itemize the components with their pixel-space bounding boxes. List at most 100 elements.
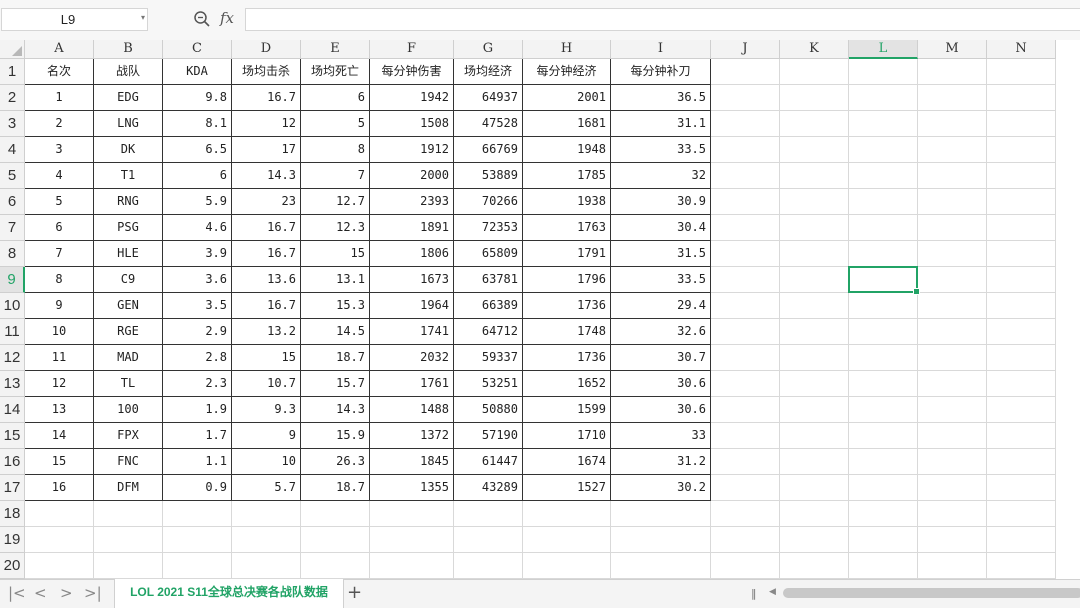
cell-b19[interactable] bbox=[94, 527, 163, 553]
cell-i10[interactable]: 29.4 bbox=[611, 293, 711, 319]
horizontal-scrollbar[interactable] bbox=[783, 588, 1080, 598]
cell-d5[interactable]: 14.3 bbox=[232, 163, 301, 189]
row-header-9[interactable]: 9 bbox=[0, 267, 25, 293]
cell-c3[interactable]: 8.1 bbox=[163, 111, 232, 137]
cell-a2[interactable]: 1 bbox=[25, 85, 94, 111]
cell-n2[interactable] bbox=[987, 85, 1056, 111]
cell-i13[interactable]: 30.6 bbox=[611, 371, 711, 397]
cell-h6[interactable]: 1938 bbox=[523, 189, 611, 215]
cell-c8[interactable]: 3.9 bbox=[163, 241, 232, 267]
column-header-b[interactable]: B bbox=[94, 40, 163, 59]
cell-a19[interactable] bbox=[25, 527, 94, 553]
cell-f10[interactable]: 1964 bbox=[370, 293, 454, 319]
split-handle-icon[interactable]: ‖ bbox=[751, 587, 757, 600]
cell-j12[interactable] bbox=[711, 345, 780, 371]
cell-a6[interactable]: 5 bbox=[25, 189, 94, 215]
cell-e10[interactable]: 15.3 bbox=[301, 293, 370, 319]
cell-h16[interactable]: 1674 bbox=[523, 449, 611, 475]
row-header-6[interactable]: 6 bbox=[0, 189, 25, 215]
row-header-5[interactable]: 5 bbox=[0, 163, 25, 189]
cell-c19[interactable] bbox=[163, 527, 232, 553]
cell-n4[interactable] bbox=[987, 137, 1056, 163]
cell-e14[interactable]: 14.3 bbox=[301, 397, 370, 423]
cell-a20[interactable] bbox=[25, 553, 94, 579]
cell-g4[interactable]: 66769 bbox=[454, 137, 523, 163]
cell-k10[interactable] bbox=[780, 293, 849, 319]
cell-c14[interactable]: 1.9 bbox=[163, 397, 232, 423]
row-header-13[interactable]: 13 bbox=[0, 371, 25, 397]
cell-i4[interactable]: 33.5 bbox=[611, 137, 711, 163]
cell-a13[interactable]: 12 bbox=[25, 371, 94, 397]
cell-n14[interactable] bbox=[987, 397, 1056, 423]
cell-j10[interactable] bbox=[711, 293, 780, 319]
row-header-11[interactable]: 11 bbox=[0, 319, 25, 345]
cell-c4[interactable]: 6.5 bbox=[163, 137, 232, 163]
cell-j1[interactable] bbox=[711, 59, 780, 85]
cell-n18[interactable] bbox=[987, 501, 1056, 527]
cell-b16[interactable]: FNC bbox=[94, 449, 163, 475]
cell-m16[interactable] bbox=[918, 449, 987, 475]
cell-n13[interactable] bbox=[987, 371, 1056, 397]
cell-g5[interactable]: 53889 bbox=[454, 163, 523, 189]
cell-d11[interactable]: 13.2 bbox=[232, 319, 301, 345]
cell-f16[interactable]: 1845 bbox=[370, 449, 454, 475]
cell-h15[interactable]: 1710 bbox=[523, 423, 611, 449]
cell-j11[interactable] bbox=[711, 319, 780, 345]
cell-b13[interactable]: TL bbox=[94, 371, 163, 397]
cell-a12[interactable]: 11 bbox=[25, 345, 94, 371]
cell-m5[interactable] bbox=[918, 163, 987, 189]
cell-i1[interactable]: 每分钟补刀 bbox=[611, 59, 711, 85]
cell-l10[interactable] bbox=[849, 293, 918, 319]
cell-m20[interactable] bbox=[918, 553, 987, 579]
cell-n8[interactable] bbox=[987, 241, 1056, 267]
cell-b14[interactable]: 100 bbox=[94, 397, 163, 423]
row-header-19[interactable]: 19 bbox=[0, 527, 25, 553]
cell-i17[interactable]: 30.2 bbox=[611, 475, 711, 501]
cell-c18[interactable] bbox=[163, 501, 232, 527]
cell-e7[interactable]: 12.3 bbox=[301, 215, 370, 241]
cell-d4[interactable]: 17 bbox=[232, 137, 301, 163]
cell-h7[interactable]: 1763 bbox=[523, 215, 611, 241]
first-sheet-icon[interactable]: |< bbox=[8, 584, 26, 602]
cell-e15[interactable]: 15.9 bbox=[301, 423, 370, 449]
zoom-icon[interactable] bbox=[193, 10, 211, 28]
cell-a1[interactable]: 名次 bbox=[25, 59, 94, 85]
scroll-left-icon[interactable]: ◀ bbox=[769, 587, 776, 597]
cell-d3[interactable]: 12 bbox=[232, 111, 301, 137]
column-header-a[interactable]: A bbox=[25, 40, 94, 59]
cell-i18[interactable] bbox=[611, 501, 711, 527]
cell-j9[interactable] bbox=[711, 267, 780, 293]
cell-c16[interactable]: 1.1 bbox=[163, 449, 232, 475]
cell-d16[interactable]: 10 bbox=[232, 449, 301, 475]
column-header-l[interactable]: L bbox=[849, 40, 918, 59]
cell-a3[interactable]: 2 bbox=[25, 111, 94, 137]
cell-l16[interactable] bbox=[849, 449, 918, 475]
cell-g19[interactable] bbox=[454, 527, 523, 553]
cell-n16[interactable] bbox=[987, 449, 1056, 475]
cell-i7[interactable]: 30.4 bbox=[611, 215, 711, 241]
cell-e8[interactable]: 15 bbox=[301, 241, 370, 267]
cell-l17[interactable] bbox=[849, 475, 918, 501]
formula-input[interactable] bbox=[245, 8, 1080, 31]
cell-j6[interactable] bbox=[711, 189, 780, 215]
cell-f9[interactable]: 1673 bbox=[370, 267, 454, 293]
cell-c17[interactable]: 0.9 bbox=[163, 475, 232, 501]
column-header-i[interactable]: I bbox=[611, 40, 711, 59]
cell-k20[interactable] bbox=[780, 553, 849, 579]
cell-g18[interactable] bbox=[454, 501, 523, 527]
cell-e1[interactable]: 场均死亡 bbox=[301, 59, 370, 85]
cell-l7[interactable] bbox=[849, 215, 918, 241]
cell-n15[interactable] bbox=[987, 423, 1056, 449]
add-sheet-icon[interactable]: + bbox=[347, 582, 362, 603]
cell-m15[interactable] bbox=[918, 423, 987, 449]
cell-f7[interactable]: 1891 bbox=[370, 215, 454, 241]
cell-b8[interactable]: HLE bbox=[94, 241, 163, 267]
cell-g9[interactable]: 63781 bbox=[454, 267, 523, 293]
cell-m13[interactable] bbox=[918, 371, 987, 397]
cell-j5[interactable] bbox=[711, 163, 780, 189]
cell-a5[interactable]: 4 bbox=[25, 163, 94, 189]
cell-k8[interactable] bbox=[780, 241, 849, 267]
cell-m2[interactable] bbox=[918, 85, 987, 111]
row-header-7[interactable]: 7 bbox=[0, 215, 25, 241]
cell-m17[interactable] bbox=[918, 475, 987, 501]
